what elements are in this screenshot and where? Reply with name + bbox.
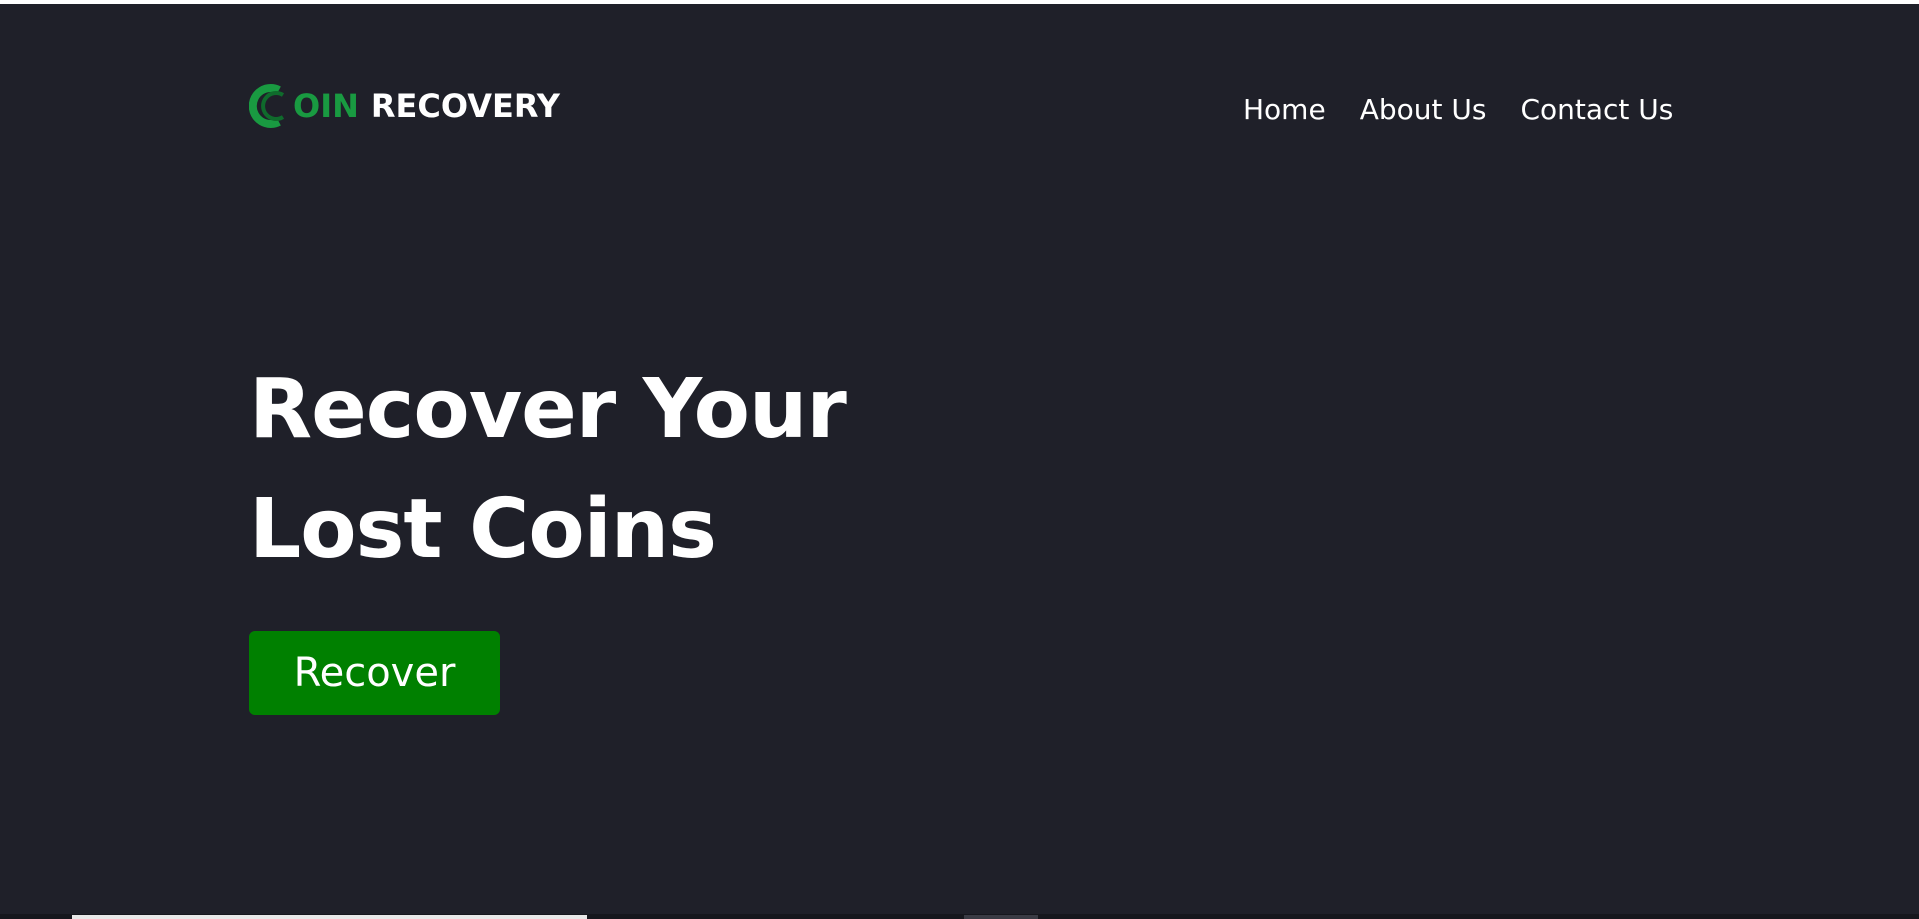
logo-text-white: RECOVERY — [370, 87, 560, 125]
coin-c-icon — [249, 84, 285, 128]
nav-home-link[interactable]: Home — [1243, 90, 1326, 130]
recover-button[interactable]: Recover — [249, 631, 500, 715]
hero-title-line-2: Lost Coins — [249, 482, 717, 577]
hero-title-line-1: Recover Your — [249, 362, 847, 457]
nav-contact-link[interactable]: Contact Us — [1520, 90, 1673, 130]
bottom-scroll-segment — [72, 915, 587, 919]
site-header: OIN RECOVERY Home About Us Contact Us — [0, 4, 1919, 164]
logo-text-green: OIN — [293, 87, 359, 125]
hero-title: Recover Your Lost Coins — [249, 350, 847, 590]
main-nav: Home About Us Contact Us — [1243, 90, 1673, 130]
site-logo[interactable]: OIN RECOVERY — [249, 84, 560, 128]
nav-about-link[interactable]: About Us — [1360, 90, 1487, 130]
bottom-scroll-thumb — [964, 915, 1038, 919]
